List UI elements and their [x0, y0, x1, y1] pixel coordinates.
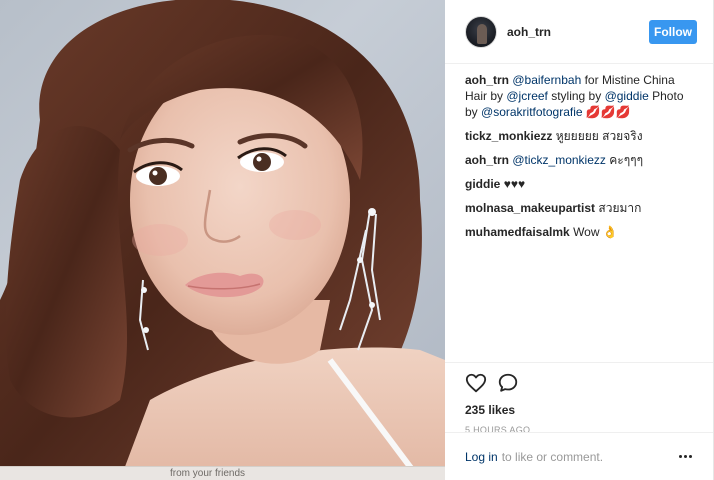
comment-text: ♥♥♥ [503, 177, 526, 191]
likes-count[interactable]: 235 likes [465, 403, 693, 417]
comment-item: molnasa_makeupartist สวยมาก [465, 200, 697, 216]
more-options-icon[interactable] [679, 454, 693, 459]
post-side-panel: aoh_trn Follow aoh_trn @baifernbah for M… [445, 0, 713, 480]
comment-text: คะๆๆๆ [609, 153, 644, 167]
post-actions: 235 likes 5 HOURS AGO [445, 362, 713, 435]
instagram-post: from your friends aoh_trn Follow aoh_trn… [0, 0, 714, 480]
follow-button[interactable]: Follow [649, 19, 697, 44]
heart-icon[interactable] [465, 372, 487, 394]
comment-bubble-icon[interactable] [497, 372, 519, 394]
post-username[interactable]: aoh_trn [507, 25, 649, 39]
comment-text: หูยยยยย สวยจริง [555, 129, 643, 143]
caption-mention[interactable]: @jcreef [506, 89, 548, 103]
comment-item: muhamedfaisalmk Wow 👌 [465, 224, 697, 240]
caption: aoh_trn @baifernbah for Mistine China Ha… [465, 72, 697, 120]
comment-item: aoh_trn @tickz_monkiezz คะๆๆๆ [465, 152, 697, 168]
caption-mention[interactable]: @baifernbah [512, 73, 581, 87]
login-prompt: Log in to like or comment. [445, 432, 713, 480]
user-avatar[interactable] [465, 15, 497, 48]
post-header: aoh_trn Follow [445, 0, 713, 64]
comment-author[interactable]: muhamedfaisalmk [465, 225, 570, 239]
post-photo[interactable] [0, 0, 445, 480]
caption-author[interactable]: aoh_trn [465, 73, 509, 87]
comment-author[interactable]: molnasa_makeupartist [465, 201, 595, 215]
comment-text: Wow 👌 [573, 225, 618, 239]
comment-author[interactable]: tickz_monkiezz [465, 129, 552, 143]
comment-item: tickz_monkiezz หูยยยยย สวยจริง [465, 128, 697, 144]
caption-text: styling by [547, 89, 605, 103]
photo-footer-strip: from your friends [0, 466, 445, 480]
comment-text: สวยมาก [598, 201, 642, 215]
caption-text: 💋💋💋 [582, 105, 631, 119]
comment-author[interactable]: giddie [465, 177, 500, 191]
comment-author[interactable]: aoh_trn [465, 153, 509, 167]
caption-mention[interactable]: @sorakritfotografie [481, 105, 583, 119]
login-link[interactable]: Log in [465, 450, 498, 464]
login-prompt-text: to like or comment. [501, 449, 604, 464]
action-buttons [465, 371, 693, 395]
comment-mention[interactable]: @tickz_monkiezz [512, 153, 606, 167]
comment-item: giddie ♥♥♥ [465, 176, 697, 192]
photo-footer-text: from your friends [170, 468, 246, 479]
portrait-illustration [0, 0, 445, 480]
caption-mention[interactable]: @giddie [605, 89, 649, 103]
comments-list: aoh_trn @baifernbah for Mistine China Ha… [465, 72, 697, 248]
